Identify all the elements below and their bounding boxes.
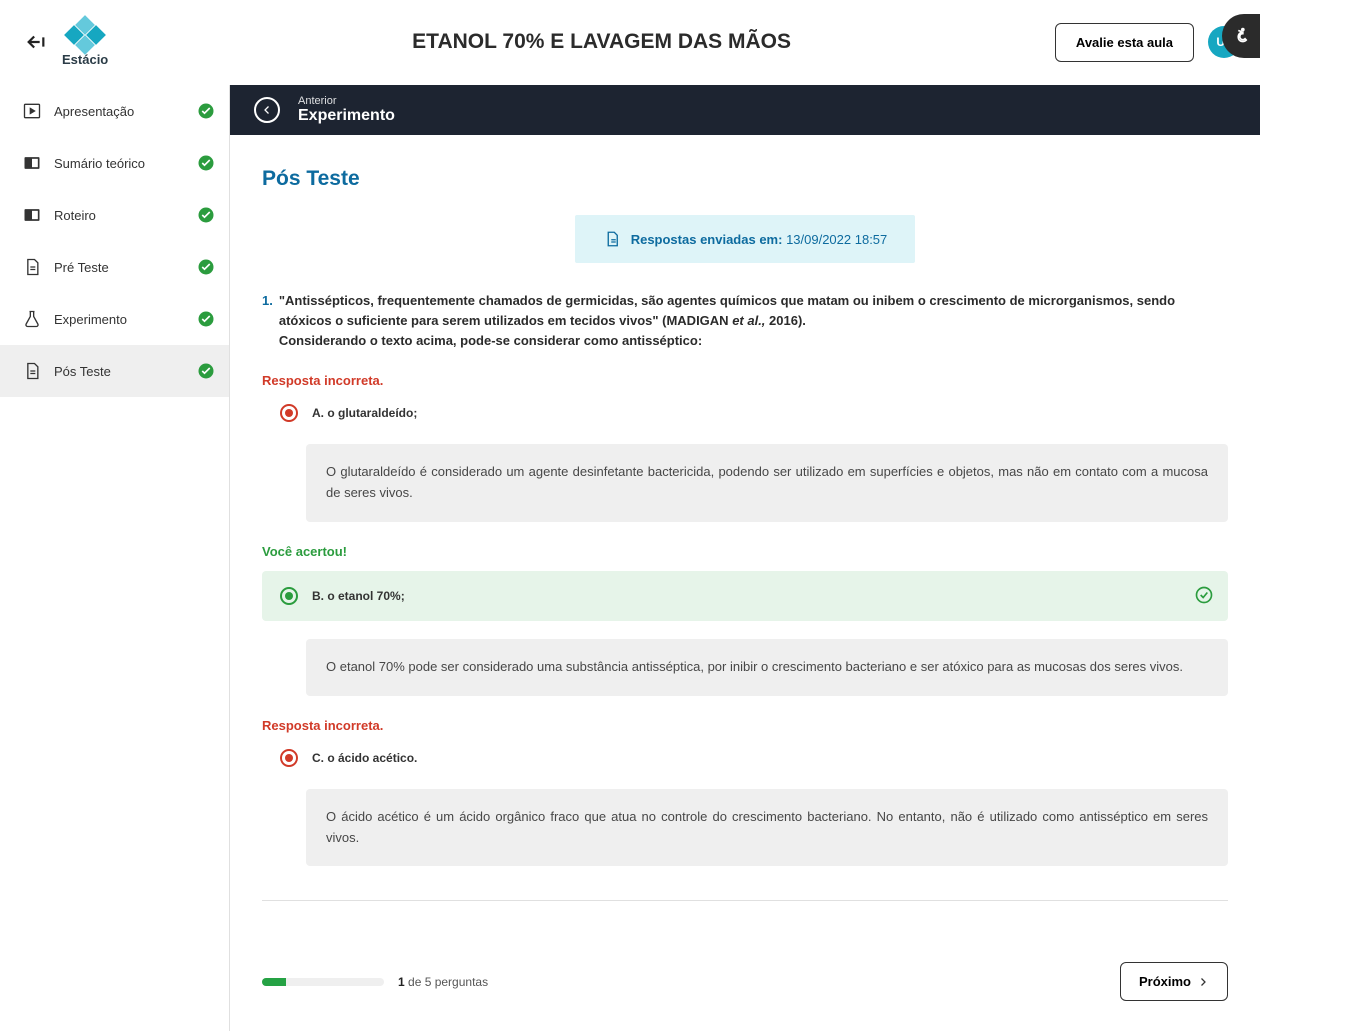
sidebar-item-sumario[interactable]: Sumário teórico xyxy=(0,137,229,189)
accessibility-button[interactable] xyxy=(1222,14,1260,58)
sidebar-item-label: Apresentação xyxy=(54,104,134,119)
sidebar-item-label: Experimento xyxy=(54,312,127,327)
question-1: 1. "Antissépticos, frequentemente chamad… xyxy=(262,291,1228,351)
sidebar-item-roteiro[interactable]: Roteiro xyxy=(0,189,229,241)
question-italic: et al., xyxy=(732,313,765,328)
chevron-left-icon xyxy=(254,97,280,123)
progress-bar xyxy=(262,978,384,986)
option-label: C. o ácido acético. xyxy=(312,751,417,765)
radio-selected-icon xyxy=(280,749,298,767)
question-number: 1. xyxy=(262,291,273,351)
option-label: A. o glutaraldeído; xyxy=(312,406,417,420)
check-icon xyxy=(197,154,215,172)
notice-datetime: 13/09/2022 18:57 xyxy=(786,232,887,247)
option-c[interactable]: C. o ácido acético. xyxy=(262,745,1228,771)
rate-lesson-button[interactable]: Avalie esta aula xyxy=(1055,23,1194,62)
footer: 1 de 5 perguntas Próximo xyxy=(262,962,1228,1001)
check-icon xyxy=(197,362,215,380)
top-actions: Avalie esta aula U2 xyxy=(1055,23,1240,62)
divider xyxy=(262,900,1228,901)
sidebar-item-pos-teste[interactable]: Pós Teste xyxy=(0,345,229,397)
check-icon xyxy=(197,258,215,276)
sidebar-item-experimento[interactable]: Experimento xyxy=(0,293,229,345)
check-icon xyxy=(197,310,215,328)
document-icon xyxy=(22,361,42,381)
previous-section-bar[interactable]: Anterior Experimento xyxy=(230,85,1260,135)
play-box-icon xyxy=(22,101,42,121)
sidebar: Apresentação Sumário teórico Roteiro xyxy=(0,85,230,1031)
book-icon xyxy=(22,153,42,173)
sidebar-item-apresentacao[interactable]: Apresentação xyxy=(0,85,229,137)
question-line1b: 2016). xyxy=(765,313,805,328)
sidebar-item-label: Sumário teórico xyxy=(54,156,145,171)
page-title: Pós Teste xyxy=(262,167,1228,191)
book-icon xyxy=(22,205,42,225)
radio-selected-icon xyxy=(280,404,298,422)
check-icon xyxy=(197,102,215,120)
main-content: Anterior Experimento Pós Teste Respostas… xyxy=(230,85,1260,1031)
previous-section-title: Experimento xyxy=(298,107,395,125)
sidebar-item-pre-teste[interactable]: Pré Teste xyxy=(0,241,229,293)
option-b-explanation: O etanol 70% pode ser considerado uma su… xyxy=(306,639,1228,696)
brand: Estácio xyxy=(62,18,108,67)
top-bar: Estácio ETANOL 70% E LAVAGEM DAS MÃOS Av… xyxy=(0,0,1260,85)
check-icon xyxy=(197,206,215,224)
chevron-right-icon xyxy=(1197,976,1209,988)
menu-collapse-icon[interactable] xyxy=(18,24,54,60)
progress: 1 de 5 perguntas xyxy=(262,975,488,989)
document-icon xyxy=(603,229,621,249)
next-label: Próximo xyxy=(1139,974,1191,989)
option-a-explanation: O glutaraldeído é considerado um agente … xyxy=(306,444,1228,522)
option-c-explanation: O ácido acético é um ácido orgânico frac… xyxy=(306,789,1228,867)
notice-prefix: Respostas enviadas em: xyxy=(631,232,783,247)
option-b[interactable]: B. o etanol 70%; xyxy=(262,571,1228,621)
accessibility-icon xyxy=(1230,25,1252,47)
next-button[interactable]: Próximo xyxy=(1120,962,1228,1001)
brand-logo-icon xyxy=(67,18,103,48)
sidebar-item-label: Roteiro xyxy=(54,208,96,223)
option-a[interactable]: A. o glutaraldeído; xyxy=(262,400,1228,426)
flask-icon xyxy=(22,309,42,329)
previous-label: Anterior xyxy=(298,95,395,107)
radio-correct-icon xyxy=(280,587,298,605)
sidebar-item-label: Pós Teste xyxy=(54,364,111,379)
submission-notice: Respostas enviadas em: 13/09/2022 18:57 xyxy=(575,215,916,263)
sidebar-item-label: Pré Teste xyxy=(54,260,109,275)
feedback-wrong: Resposta incorreta. xyxy=(262,718,1228,733)
check-circle-icon xyxy=(1194,585,1214,608)
option-label: B. o etanol 70%; xyxy=(312,589,405,603)
document-icon xyxy=(22,257,42,277)
question-line1: "Antissépticos, frequentemente chamados … xyxy=(279,293,1175,328)
feedback-right: Você acertou! xyxy=(262,544,1228,559)
question-line2: Considerando o texto acima, pode-se cons… xyxy=(279,333,702,348)
progress-text: 1 de 5 perguntas xyxy=(398,975,488,989)
feedback-wrong: Resposta incorreta. xyxy=(262,373,1228,388)
lesson-title: ETANOL 70% E LAVAGEM DAS MÃOS xyxy=(148,30,1055,54)
